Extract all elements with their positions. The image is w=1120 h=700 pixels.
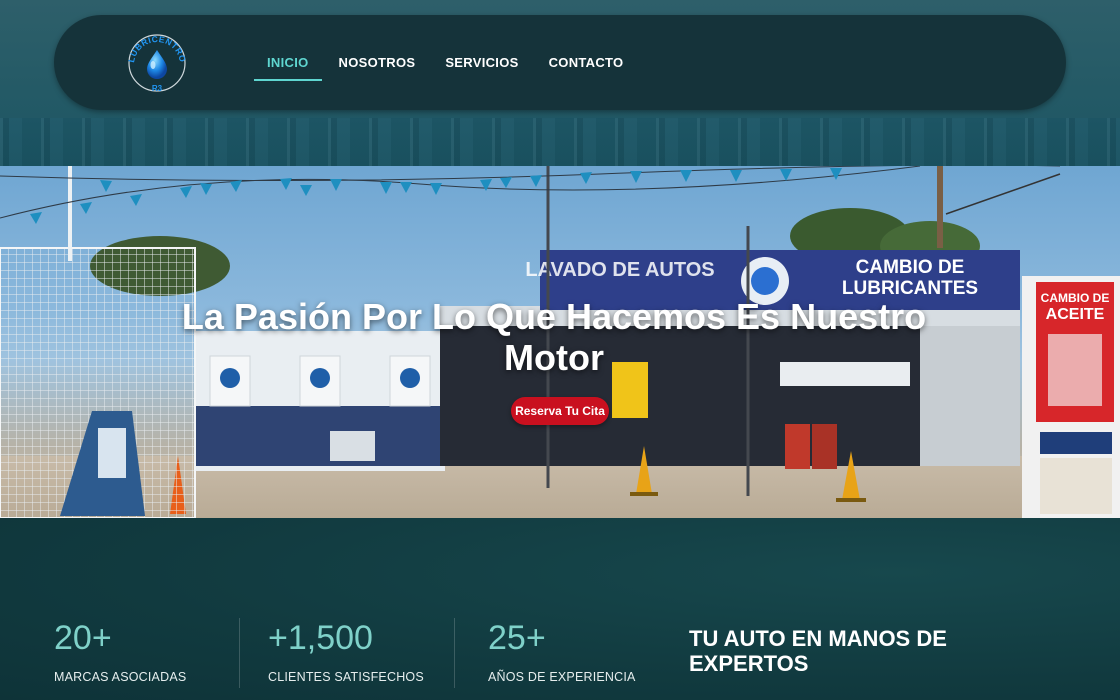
- stat-value: +1,500: [268, 619, 373, 657]
- stat-value: 25+: [488, 619, 546, 657]
- stats-section: 20+ MARCAS ASOCIADAS +1,500 CLIENTES SAT…: [0, 518, 1120, 700]
- book-appointment-button[interactable]: Reserva Tu Cita: [511, 397, 609, 425]
- svg-text:R3: R3: [152, 84, 163, 93]
- stat-label: AÑOS DE EXPERIENCIA: [488, 670, 636, 684]
- hero-banner: LAVADO DE AUTOS CAMBIO DE LUBRICANTES CA…: [0, 166, 1120, 518]
- stat-label: CLIENTES SATISFECHOS: [268, 670, 424, 684]
- divider: [454, 618, 455, 688]
- nav-servicios[interactable]: SERVICIOS: [430, 45, 533, 81]
- header-texture: [0, 118, 1120, 166]
- navbar: LUBRICENTRO R3 INICIO NOSOTROS SERVICIOS…: [54, 15, 1066, 110]
- lubricentro-logo-icon: LUBRICENTRO R3: [126, 34, 187, 93]
- stat-brands: 20+ MARCAS ASOCIADAS: [54, 618, 186, 688]
- divider: [239, 618, 240, 688]
- sign-lavado: LAVADO DE AUTOS: [525, 259, 714, 281]
- stat-label: MARCAS ASOCIADAS: [54, 670, 187, 684]
- main-menu: INICIO NOSOTROS SERVICIOS CONTACTO: [252, 15, 638, 110]
- nav-inicio[interactable]: INICIO: [252, 45, 324, 81]
- hero-title: La Pasión Por Lo Que Hacemos Es Nuestro …: [181, 296, 927, 378]
- nav-contacto[interactable]: CONTACTO: [534, 45, 639, 81]
- sign-cambio: CAMBIO DE: [856, 257, 965, 278]
- stat-clients: +1,500 CLIENTES SATISFECHOS: [268, 618, 424, 688]
- stat-value: 20+: [54, 619, 112, 657]
- section-heading: TU AUTO EN MANOS DE EXPERTOS: [689, 626, 947, 676]
- stat-years: 25+ AÑOS DE EXPERIENCIA: [488, 618, 636, 688]
- side-sign-2: ACEITE: [1046, 306, 1105, 323]
- side-sign-1: CAMBIO DE: [1041, 291, 1110, 305]
- logo[interactable]: LUBRICENTRO R3: [124, 29, 190, 95]
- nav-nosotros[interactable]: NOSOTROS: [324, 45, 431, 81]
